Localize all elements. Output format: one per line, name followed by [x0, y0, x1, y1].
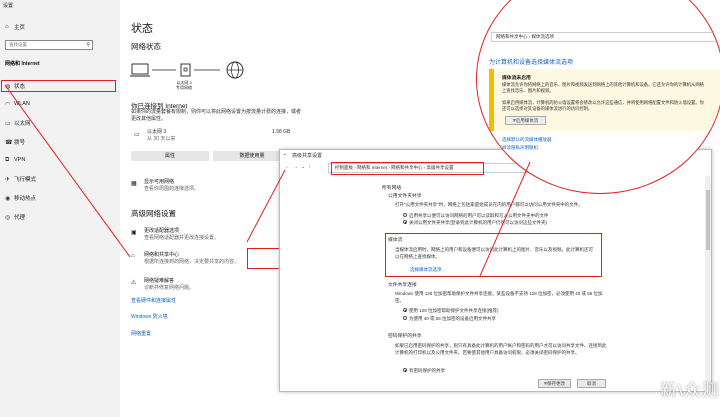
highlight-status — [1, 80, 116, 92]
connector-line — [4, 84, 131, 258]
connector-line — [246, 169, 286, 243]
connector-line — [479, 161, 531, 277]
annotation-lines — [4, 84, 531, 277]
watermark: 新\众测 — [660, 381, 720, 400]
